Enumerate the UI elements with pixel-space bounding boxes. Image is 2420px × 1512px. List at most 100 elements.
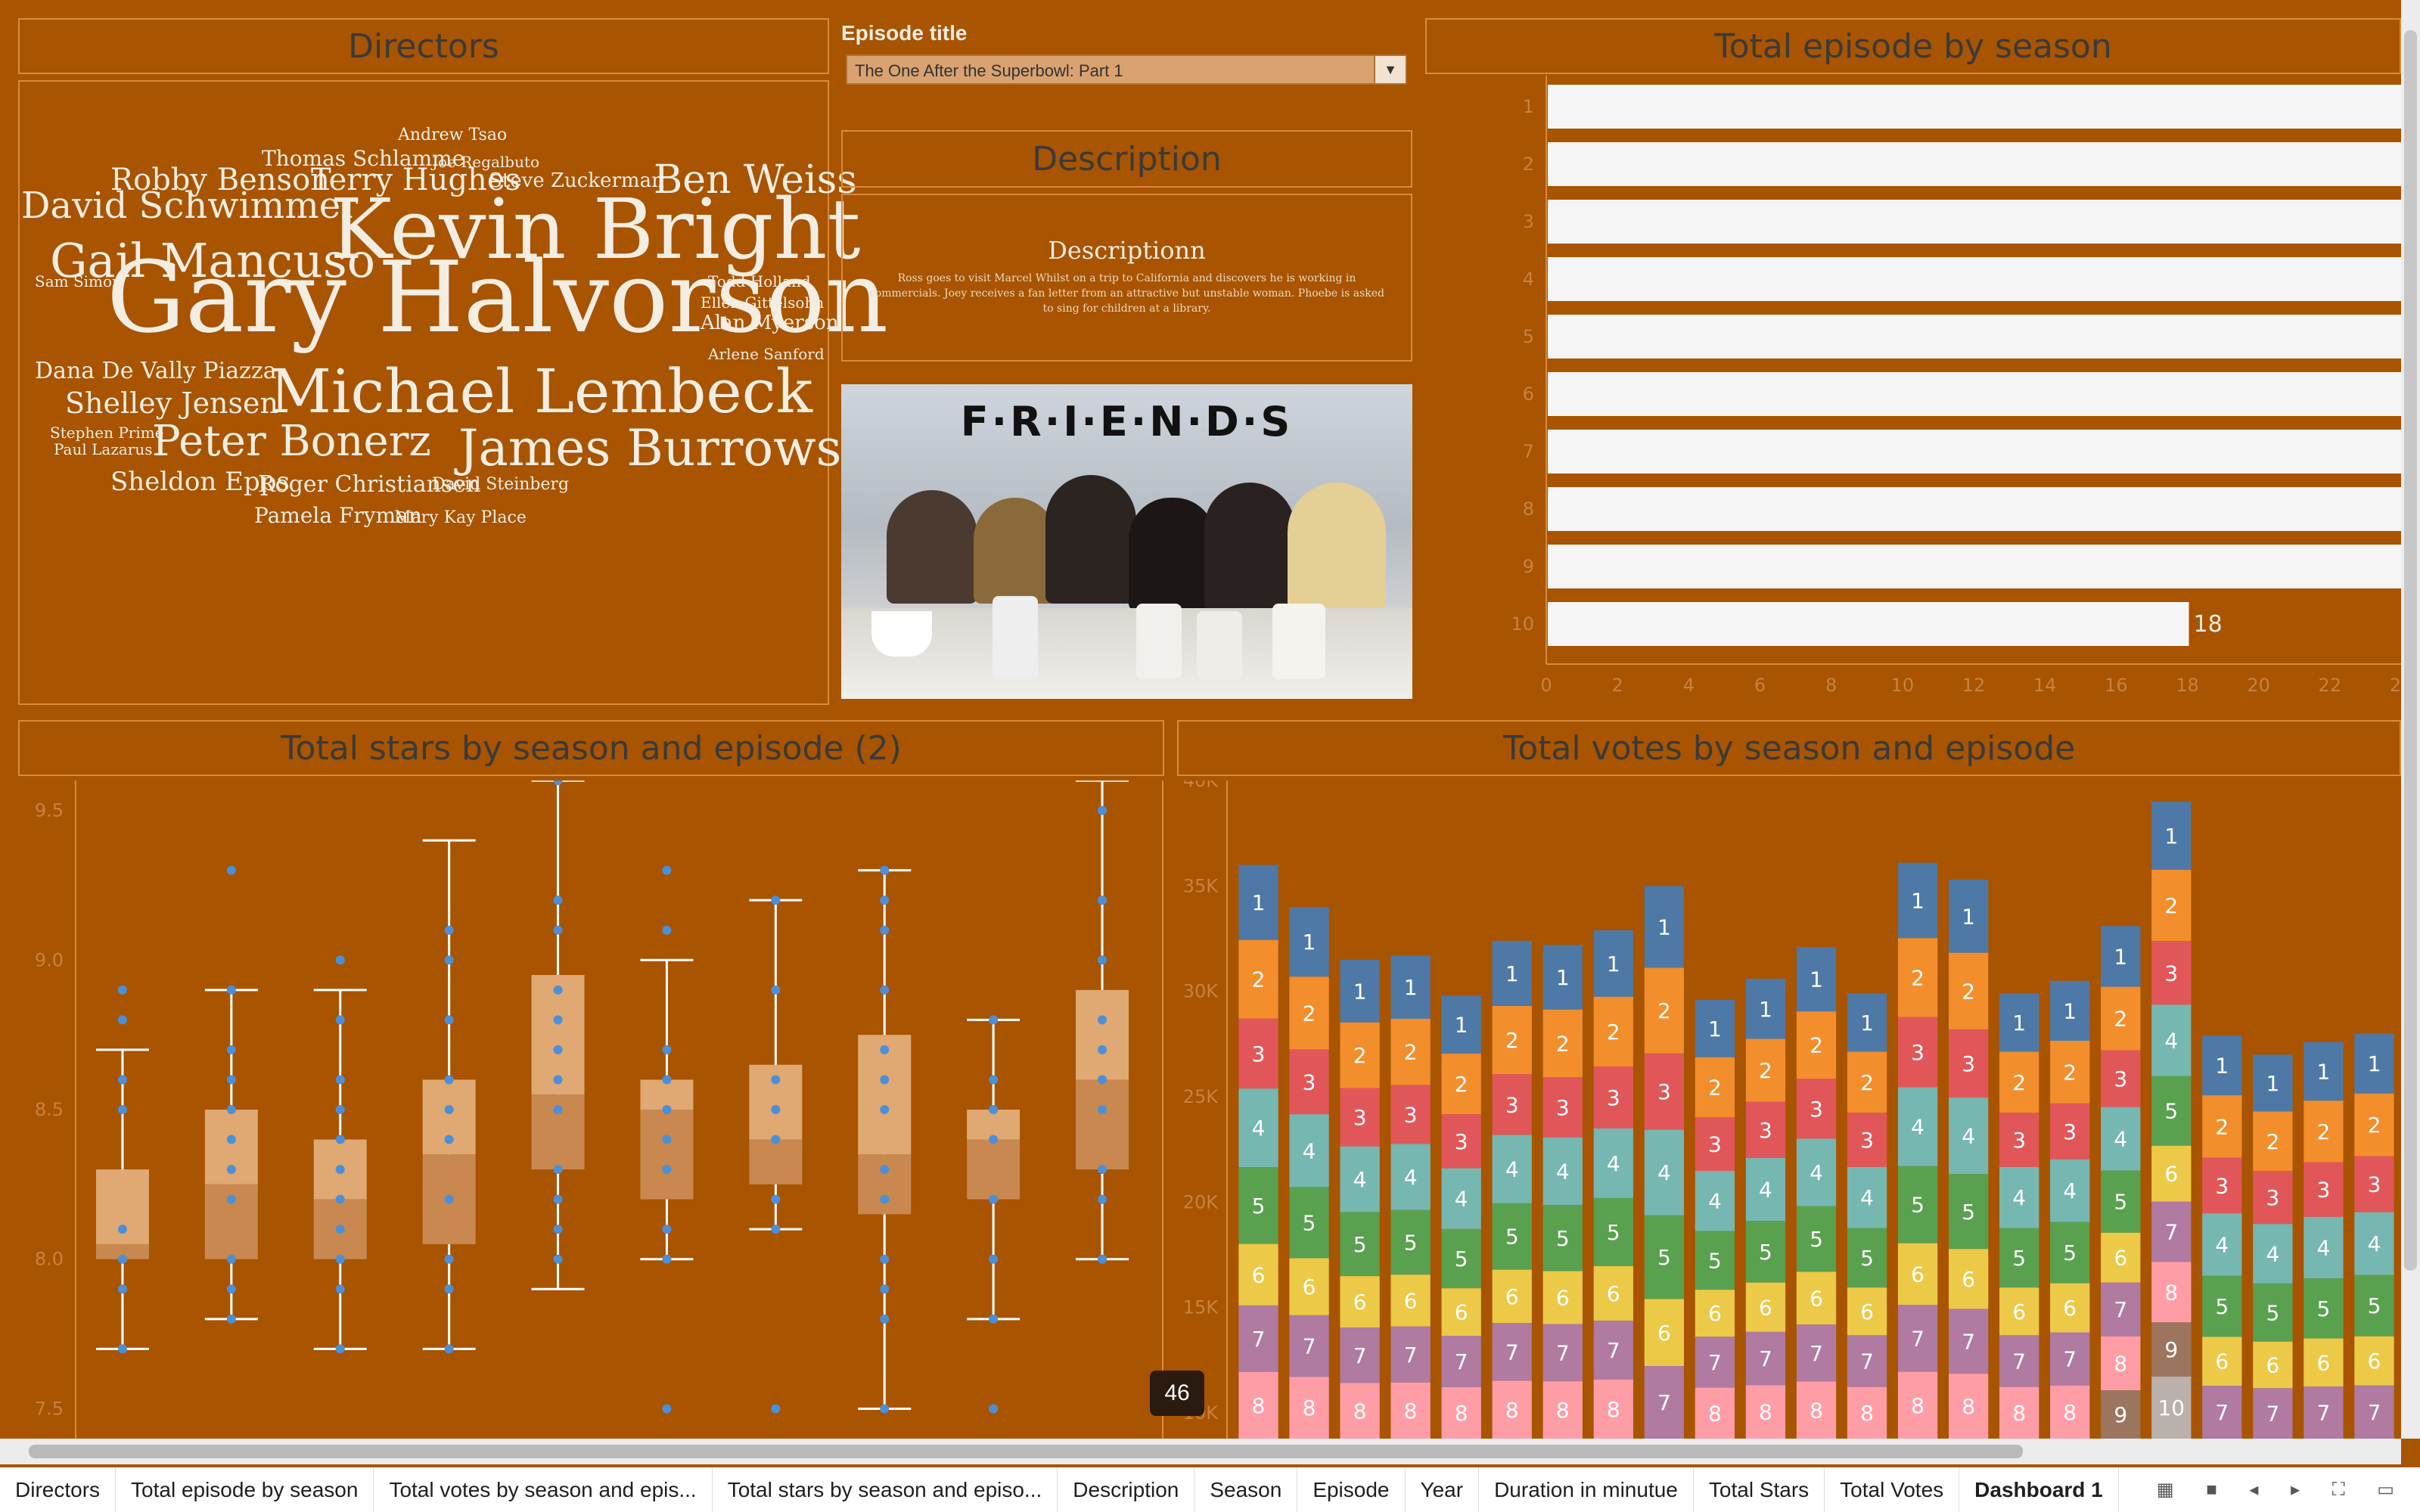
director-word[interactable]: David Schwimmer [21, 188, 358, 224]
y-tick-label: 1 [1523, 96, 1534, 117]
data-point [553, 1194, 563, 1204]
segment-label: 2 [1252, 967, 1266, 992]
segment-label: 1 [2368, 1051, 2381, 1076]
vertical-scrollbar-thumb[interactable] [2404, 30, 2417, 1271]
data-point [662, 1135, 672, 1144]
vertical-scrollbar[interactable] [2401, 0, 2420, 1439]
segment-label: 5 [1252, 1194, 1266, 1219]
sheet-tab[interactable]: Season [1194, 1467, 1298, 1512]
segment-label: 2 [1505, 1028, 1519, 1053]
segment-label: 8 [1353, 1399, 1367, 1424]
data-point [771, 1135, 781, 1144]
segment-label: 4 [1455, 1187, 1468, 1212]
sheet-tab[interactable]: Duration in minutue [1479, 1467, 1694, 1512]
segment-label: 8 [1962, 1394, 1975, 1419]
segment-label: 1 [2317, 1059, 2331, 1084]
director-word[interactable]: Andrew Tsao [398, 127, 507, 144]
segment-label: 4 [1404, 1165, 1418, 1190]
data-point [989, 1404, 999, 1414]
segment-label: 3 [2164, 961, 2178, 986]
director-word[interactable]: Alan Myerson [701, 313, 838, 333]
data-point [335, 1135, 345, 1144]
data-point [553, 1225, 563, 1234]
sheet-tab[interactable]: Episode [1297, 1467, 1406, 1512]
data-point [117, 1225, 127, 1234]
y-tick-label: 10 [1511, 613, 1534, 635]
horizontal-scrollbar[interactable] [0, 1439, 2401, 1464]
sheet-tab[interactable]: Total stars by season and episo... [713, 1467, 1058, 1512]
segment-label: 2 [1860, 1070, 1874, 1095]
data-point [335, 1015, 345, 1025]
sheet-tab[interactable]: Description [1058, 1467, 1195, 1512]
director-word[interactable]: Peter Bonerz [152, 421, 431, 463]
director-word[interactable]: Stephen Prime [50, 425, 164, 440]
sheet-tab[interactable]: Total Votes [1825, 1467, 1960, 1512]
data-point [989, 1075, 999, 1085]
segment-label: 1 [2063, 998, 2077, 1023]
segment-label: 6 [1353, 1290, 1367, 1315]
segment-label: 8 [1759, 1400, 1772, 1425]
data-point [335, 1225, 345, 1234]
segment-label: 1 [1404, 975, 1418, 1000]
segment-label: 1 [1455, 1013, 1468, 1038]
segment-label: 8 [2164, 1280, 2178, 1305]
tab-dashboard-1[interactable]: Dashboard 1 [1959, 1467, 2119, 1512]
director-word[interactable]: Dana De Vally Piazza [35, 360, 277, 383]
sheet-tab[interactable]: Total episode by season [116, 1467, 374, 1512]
segment-label: 3 [1708, 1132, 1722, 1157]
sheet-tab[interactable]: Year [1406, 1467, 1480, 1512]
segment-label: 4 [1810, 1160, 1823, 1185]
data-point [226, 1194, 236, 1204]
director-word[interactable]: Shelley Jensen [65, 389, 278, 418]
data-point [226, 865, 236, 875]
sheet-tab[interactable]: Total votes by season and epis... [374, 1467, 713, 1512]
directors-wordcloud[interactable]: Andrew Tsao Thomas Schlamme Joe Regalbuto R… [18, 80, 888, 705]
data-point [553, 925, 563, 935]
description-title: Description [841, 130, 1412, 188]
data-point [117, 1284, 127, 1294]
segment-label: 3 [1404, 1102, 1418, 1127]
director-word[interactable]: David Steinberg [432, 477, 569, 493]
data-point [989, 1135, 999, 1144]
segment-label: 1 [1657, 914, 1671, 939]
segment-label: 8 [1556, 1398, 1570, 1423]
segment-label: 6 [1252, 1262, 1266, 1287]
data-point [880, 1165, 890, 1175]
tab-navigation-icons[interactable]: ▦ ■ ◂ ▸ ⛶ ▭ [2157, 1479, 2420, 1501]
segment-label: 4 [1353, 1167, 1367, 1192]
segment-label: 5 [2215, 1294, 2229, 1319]
segment-label: 6 [1962, 1267, 1975, 1292]
segment-label: 3 [1303, 1070, 1316, 1094]
director-word[interactable]: Ellen Gittelsohn [701, 295, 824, 310]
segment-label: 2 [1962, 979, 1975, 1004]
segment-label: 4 [1860, 1185, 1874, 1210]
data-point [1098, 1194, 1107, 1204]
segment-label: 2 [1556, 1031, 1570, 1056]
segment-label: 2 [1759, 1058, 1772, 1083]
director-word[interactable]: Michael Lembeck [269, 362, 812, 422]
director-word[interactable]: Mary Kay Place [394, 510, 527, 526]
data-point [444, 1015, 454, 1025]
votes-stacked-chart[interactable]: 10K15K20K25K30K35K40K1234567812345678123… [1177, 781, 2401, 1439]
segment-label: 7 [1708, 1350, 1722, 1375]
chevron-down-icon[interactable]: ▼ [1374, 56, 1406, 83]
segment-label: 5 [2368, 1293, 2381, 1318]
sheet-tab[interactable]: Total Stars [1694, 1467, 1825, 1512]
segment-label: 6 [2215, 1349, 2229, 1374]
horizontal-scrollbar-thumb[interactable] [29, 1445, 2023, 1458]
director-word[interactable]: James Burrows [458, 424, 842, 473]
y-tick-label: 30K [1183, 981, 1219, 1002]
data-point [117, 1254, 127, 1264]
segment-label: 2 [1455, 1072, 1468, 1097]
stars-chart-title: Total stars by season and episode (2) [18, 720, 1164, 776]
segment-label: 6 [1860, 1299, 1874, 1324]
director-word[interactable]: Paul Lazarus [54, 442, 153, 457]
episode-filter-dropdown[interactable]: The One After the Superbowl: Part 1 ▼ [846, 54, 1407, 85]
segment-label: 1 [2266, 1071, 2279, 1096]
sheet-tab[interactable]: Directors [0, 1467, 116, 1512]
director-word[interactable]: Todd Holland [708, 274, 811, 289]
segment-label: 4 [1911, 1115, 1925, 1140]
segment-label: 1 [1810, 967, 1823, 992]
stars-boxplot-chart[interactable]: 7.5 8.0 8.5 9.0 9.5 [18, 781, 1164, 1439]
episodes-by-season-chart[interactable]: 1234567891018024681012141618202224 [1425, 76, 2401, 711]
